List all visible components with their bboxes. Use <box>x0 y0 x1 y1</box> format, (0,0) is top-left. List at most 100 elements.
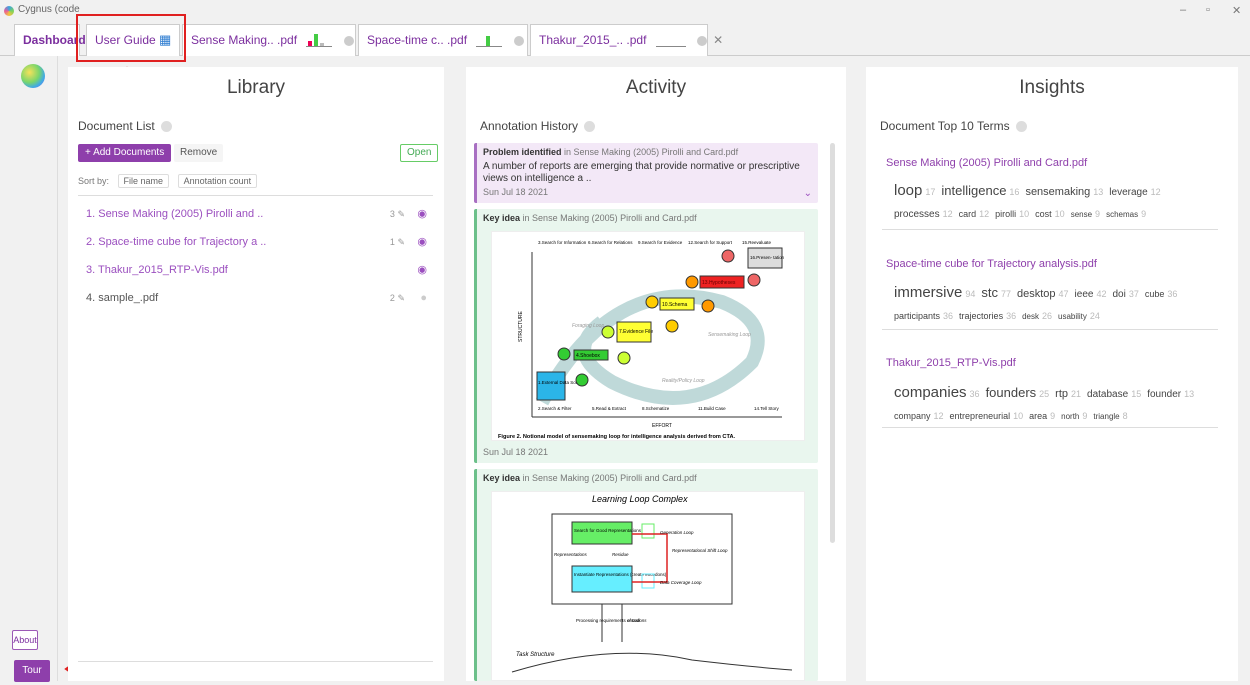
sort-annotation-count[interactable]: Annotation count <box>177 174 258 188</box>
minimize-button[interactable]: – <box>1180 4 1186 16</box>
term-item[interactable]: founders 25 <box>986 383 1050 404</box>
term-item[interactable]: pirolli 10 <box>995 204 1029 224</box>
document-item[interactable]: 2. Space-time cube for Trajectory a .. 1 … <box>78 228 433 256</box>
term-count: 10 <box>1054 209 1065 219</box>
highlight-box <box>76 14 186 62</box>
term-count: 12 <box>979 209 990 219</box>
term-item[interactable]: companies 36 <box>894 383 980 404</box>
term-item[interactable]: triangle 8 <box>1093 406 1127 427</box>
term-item[interactable]: cube 36 <box>1145 284 1178 304</box>
scrollbar[interactable] <box>830 143 835 543</box>
svg-text:15.Reevaluate: 15.Reevaluate <box>742 240 772 245</box>
eye-icon[interactable]: ◉ <box>417 228 427 256</box>
term-item[interactable]: participants 36 <box>894 306 953 326</box>
term-item[interactable]: ieee 42 <box>1075 284 1107 305</box>
library-title: Library <box>226 77 286 98</box>
eye-icon[interactable]: ◉ <box>417 256 427 284</box>
term-item[interactable]: card 12 <box>959 204 990 224</box>
insight-doc-title[interactable]: Sense Making (2005) Pirolli and Card.pdf <box>886 157 1087 169</box>
term-item[interactable]: doi 37 <box>1112 284 1138 305</box>
term-count: 13 <box>1184 389 1195 399</box>
info-icon[interactable] <box>160 121 172 133</box>
sort-file-name[interactable]: File name <box>117 174 170 188</box>
svg-text:7.Evidence File: 7.Evidence File <box>619 329 653 335</box>
term-count: 9 <box>1141 209 1147 219</box>
svg-text:Representational Shift Loop: Representational Shift Loop <box>672 548 728 553</box>
info-icon[interactable] <box>513 35 524 46</box>
document-item[interactable]: 4. sample_.pdf 2 ✎ ● <box>78 284 433 312</box>
term-count: 9 <box>1082 411 1088 421</box>
title-bar: Cygnus (code – ▫ ✕ <box>0 0 1250 22</box>
term-count: 42 <box>1096 289 1107 299</box>
term-item[interactable]: schemas 9 <box>1106 204 1146 225</box>
svg-text:16.Presen- tation: 16.Presen- tation <box>750 255 785 260</box>
tour-button[interactable]: Tour <box>14 660 50 682</box>
svg-text:3.Search for Information: 3.Search for Information <box>538 240 587 245</box>
term-item[interactable]: leverage 12 <box>1109 182 1160 203</box>
term-item[interactable]: stc 77 <box>981 283 1011 304</box>
eye-icon[interactable]: ◉ <box>417 200 427 228</box>
term-item[interactable]: immersive 94 <box>894 283 975 304</box>
term-item[interactable]: company 12 <box>894 406 944 426</box>
activity-title: Activity <box>625 77 687 98</box>
app-logo[interactable] <box>21 64 45 88</box>
info-icon[interactable] <box>1015 121 1027 133</box>
circle-icon[interactable]: ● <box>420 284 427 312</box>
insight-doc-title[interactable]: Space-time cube for Trajectory analysis.… <box>886 258 1097 270</box>
tab-space-time[interactable]: Space-time c.. .pdf ✕ <box>358 24 540 56</box>
info-icon[interactable] <box>697 35 708 46</box>
maximize-button[interactable]: ▫ <box>1206 4 1210 16</box>
about-button[interactable]: About <box>12 630 38 650</box>
term-item[interactable]: trajectories 36 <box>959 306 1016 326</box>
annotation-card[interactable]: Key idea in Sense Making (2005) Pirolli … <box>474 209 818 463</box>
document-list-label: Document List <box>78 119 172 133</box>
svg-text:13.Hypotheses: 13.Hypotheses <box>702 280 736 286</box>
term-item[interactable]: entrepreneurial 10 <box>950 406 1024 426</box>
top-terms-label: Document Top 10 Terms <box>880 119 1027 133</box>
close-tab-icon[interactable]: ✕ <box>713 33 723 47</box>
term-item[interactable]: usability 24 <box>1058 306 1100 327</box>
remove-button[interactable]: Remove <box>174 144 224 162</box>
term-item[interactable]: database 15 <box>1087 384 1141 405</box>
term-item[interactable]: intelligence 16 <box>941 181 1019 202</box>
open-button[interactable]: Open <box>400 144 439 162</box>
term-item[interactable]: loop 17 <box>894 181 935 202</box>
term-count: 77 <box>1000 289 1011 299</box>
term-word: doi <box>1112 289 1126 300</box>
term-item[interactable]: processes 12 <box>894 204 953 225</box>
term-item[interactable]: founder 13 <box>1147 384 1194 405</box>
term-item[interactable]: sensemaking 13 <box>1025 182 1103 202</box>
add-documents-button[interactable]: + Add Documents <box>78 144 172 162</box>
document-item[interactable]: 3. Thakur_2015_RTP-Vis.pdf ◉ <box>78 256 433 284</box>
term-word: sense <box>1070 210 1093 219</box>
term-item[interactable]: desktop 47 <box>1017 284 1069 304</box>
info-icon[interactable] <box>584 121 596 133</box>
tab-dashboard[interactable]: Dashboard <box>14 24 86 56</box>
insight-doc-title[interactable]: Thakur_2015_RTP-Vis.pdf <box>886 357 1016 369</box>
tab-sense-making[interactable]: Sense Making.. .pdf ✕ <box>182 24 370 56</box>
annotation-card[interactable]: Key idea in Sense Making (2005) Pirolli … <box>474 469 818 681</box>
term-item[interactable]: area 9 <box>1029 406 1055 426</box>
term-item[interactable]: cost 10 <box>1035 204 1065 224</box>
document-item[interactable]: 1. Sense Making (2005) Pirolli and .. 3 ✎… <box>78 200 433 228</box>
learning-loop-diagram: Learning Loop Complex Search for Good Re… <box>511 494 793 673</box>
term-item[interactable]: north 9 <box>1061 406 1087 427</box>
chevron-down-icon[interactable]: ⌄ <box>804 188 812 199</box>
term-item[interactable]: rtp 21 <box>1055 384 1081 404</box>
svg-text:5.Read & Extract: 5.Read & Extract <box>592 406 627 411</box>
term-word: company <box>894 411 931 421</box>
close-window-button[interactable]: ✕ <box>1232 4 1241 17</box>
term-item[interactable]: desk 26 <box>1022 306 1052 327</box>
sort-row: Sort by: File name Annotation count <box>78 174 258 188</box>
term-item[interactable]: sense 9 <box>1071 204 1100 225</box>
term-count: 36 <box>943 311 954 321</box>
tab-thakur[interactable]: Thakur_2015_.. .pdf ✕ <box>530 24 723 56</box>
term-count: 16 <box>1009 187 1020 197</box>
sidebar: About Tour <box>0 56 58 682</box>
annotation-card[interactable]: Problem identified in Sense Making (2005… <box>474 143 818 203</box>
svg-text:Learning Loop Complex: Learning Loop Complex <box>592 494 688 504</box>
info-icon[interactable] <box>343 35 354 46</box>
bar-mini-chart-icon <box>306 33 333 47</box>
term-word: entrepreneurial <box>949 411 1011 421</box>
term-word: immersive <box>894 284 963 301</box>
